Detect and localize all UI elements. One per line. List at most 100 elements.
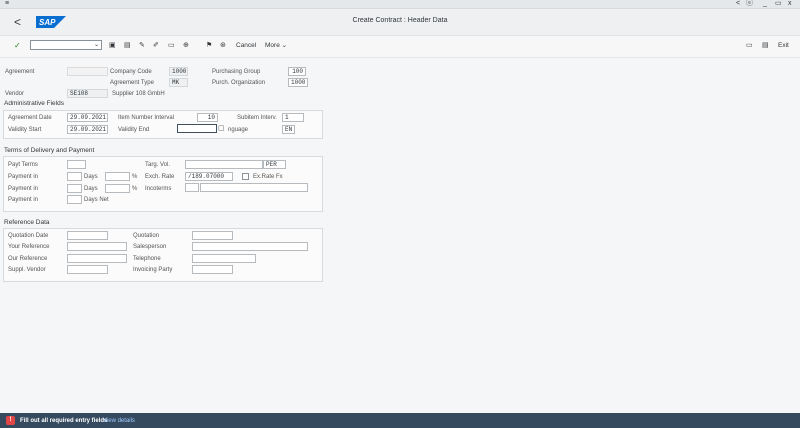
agreement-label: Agreement <box>5 69 35 75</box>
display-change-icon[interactable]: ▣ <box>109 41 116 51</box>
subitem-field[interactable]: 1 <box>282 113 304 122</box>
validity-end-field[interactable] <box>177 124 217 133</box>
command-field[interactable]: ⌄ <box>30 40 102 50</box>
exch-rate-field[interactable]: /189.07000 <box>185 172 233 181</box>
reference-section-title: Reference Data <box>4 219 50 226</box>
other-contract-icon[interactable]: ▤ <box>124 41 131 51</box>
list-icon[interactable]: ▭ <box>746 41 753 51</box>
flag-icon[interactable]: ⚑ <box>206 41 212 51</box>
more-label: More <box>265 42 280 49</box>
language-field[interactable]: EN <box>282 125 295 134</box>
view-details-link[interactable]: View details <box>103 417 135 425</box>
invoicing-party-label: Invoicing Party <box>133 267 173 273</box>
toolbar: ✓ ⌄ ▣ ▤ ✎ ✐ ▭ ⊕ ⚑ ⊛ Cancel More ⌄ ▭ ▤ Ex… <box>0 36 800 58</box>
admin-section-title: Administrative Fields <box>4 100 64 107</box>
vendor-name: Supplier 108 GmbH <box>112 91 165 97</box>
percent-label-2: % <box>132 186 138 192</box>
suppl-vendor-label: Suppl. Vendor <box>8 267 46 273</box>
exit-button[interactable]: Exit <box>778 41 789 51</box>
cancel-button[interactable]: Cancel <box>236 41 256 51</box>
payment-percent-field-2[interactable] <box>105 184 130 193</box>
shell-header: < SAP Create Contract : Header Data <box>0 9 800 36</box>
validity-start-label: Validity Start <box>8 127 42 133</box>
payment-days-field-1[interactable] <box>67 172 82 181</box>
salesperson-field[interactable] <box>192 242 308 251</box>
ex-rate-fx-checkbox[interactable] <box>242 173 249 180</box>
terms-section-title: Terms of Delivery and Payment <box>4 147 95 154</box>
purchasing-group-field[interactable]: 100 <box>288 67 306 76</box>
telephone-field[interactable] <box>192 254 256 263</box>
quotation-date-field[interactable] <box>67 231 108 240</box>
agreement-type-field[interactable]: MK <box>169 78 188 87</box>
ex-rate-fx-label: Ex.Rate Fx <box>253 174 283 180</box>
system-back-icon[interactable]: < <box>736 0 740 8</box>
incoterms-field[interactable] <box>185 183 199 192</box>
confirm-check-icon[interactable]: ✓ <box>14 41 21 51</box>
payment-in-label-3: Payment in <box>8 197 39 203</box>
menu-icon[interactable]: ≡ <box>5 0 9 8</box>
our-reference-label: Our Reference <box>8 256 48 262</box>
payment-in-label-1: Payment in <box>8 174 39 180</box>
quotation-label: Quotation <box>133 233 160 239</box>
days-label-1: Days <box>84 174 98 180</box>
payment-percent-field-1[interactable] <box>105 172 130 181</box>
agreement-type-label: Agreement Type <box>110 80 154 86</box>
calendar-icon[interactable]: ▢ <box>218 125 225 133</box>
payment-days-net-field[interactable] <box>67 195 82 204</box>
targ-vol-currency-field[interactable]: PER <box>263 160 286 169</box>
payment-in-label-2: Payment in <box>8 186 39 192</box>
company-code-field[interactable]: 1000 <box>169 67 188 76</box>
your-reference-label: Your Reference <box>8 244 50 250</box>
payt-terms-label: Payt Terms <box>8 162 38 168</box>
suppl-vendor-field[interactable] <box>67 265 108 274</box>
your-reference-field[interactable] <box>67 242 127 251</box>
percent-label-1: % <box>132 174 138 180</box>
language-label: nguage <box>228 127 249 133</box>
subitem-label: Subitem Interv. <box>237 115 277 121</box>
targ-vol-label: Targ. Vol. <box>145 162 171 168</box>
quotation-date-label: Quotation Date <box>8 233 49 239</box>
agreement-date-label: Agreement Date <box>8 115 52 121</box>
incoterms-label: Incoterms <box>145 186 172 192</box>
header-details-icon[interactable]: ▭ <box>168 41 175 51</box>
status-bar: ! Fill out all required entry fields Vie… <box>0 413 800 428</box>
purch-org-field[interactable]: 1000 <box>288 78 308 87</box>
vendor-field[interactable]: SE108 <box>67 89 108 98</box>
chevron-down-icon[interactable]: ⌄ <box>94 41 99 50</box>
payt-terms-field[interactable] <box>67 160 86 169</box>
salesperson-label: Salesperson <box>133 244 167 250</box>
days-label-2: Days <box>84 186 98 192</box>
conditions-icon[interactable]: ⊕ <box>183 41 189 51</box>
vendor-label: Vendor <box>5 91 25 97</box>
minimize-icon[interactable]: _ <box>763 0 767 8</box>
edit-pencil-icon[interactable]: ✎ <box>139 41 145 51</box>
exch-rate-label: Exch. Rate <box>145 174 175 180</box>
validity-start-field[interactable]: 29.09.2021 <box>67 125 108 134</box>
print-icon[interactable]: ▤ <box>762 41 769 51</box>
system-bar: ≡ < ⓔ _ ▭ x <box>0 0 800 9</box>
payment-days-field-2[interactable] <box>67 184 82 193</box>
invoicing-party-field[interactable] <box>192 265 233 274</box>
error-icon[interactable]: ! <box>6 416 15 425</box>
app-title: Create Contract : Header Data <box>352 17 448 24</box>
validity-end-label: Validity End <box>118 127 150 133</box>
telephone-label: Telephone <box>133 256 161 262</box>
check-document-icon[interactable]: ✐ <box>153 41 159 51</box>
days-net-label: Days Net <box>84 197 109 203</box>
more-button[interactable]: More ⌄ <box>265 41 287 51</box>
texts-icon[interactable]: ⊛ <box>220 41 226 51</box>
our-reference-field[interactable] <box>67 254 127 263</box>
incoterms-location-field[interactable] <box>200 183 308 192</box>
company-code-label: Company Code <box>110 69 152 75</box>
customize-icon[interactable]: ⓔ <box>746 0 753 8</box>
close-icon[interactable]: x <box>788 0 792 8</box>
item-interval-field[interactable]: 10 <box>197 113 218 122</box>
quotation-field[interactable] <box>192 231 233 240</box>
purchasing-group-label: Purchasing Group <box>212 69 261 75</box>
agreement-field[interactable] <box>67 67 108 76</box>
item-interval-label: Item Number Interval <box>118 115 175 121</box>
agreement-date-field[interactable]: 29.09.2021 <box>67 113 108 122</box>
status-message[interactable]: Fill out all required entry fields <box>20 417 107 425</box>
targ-vol-field[interactable] <box>185 160 263 169</box>
maximize-icon[interactable]: ▭ <box>775 0 782 8</box>
